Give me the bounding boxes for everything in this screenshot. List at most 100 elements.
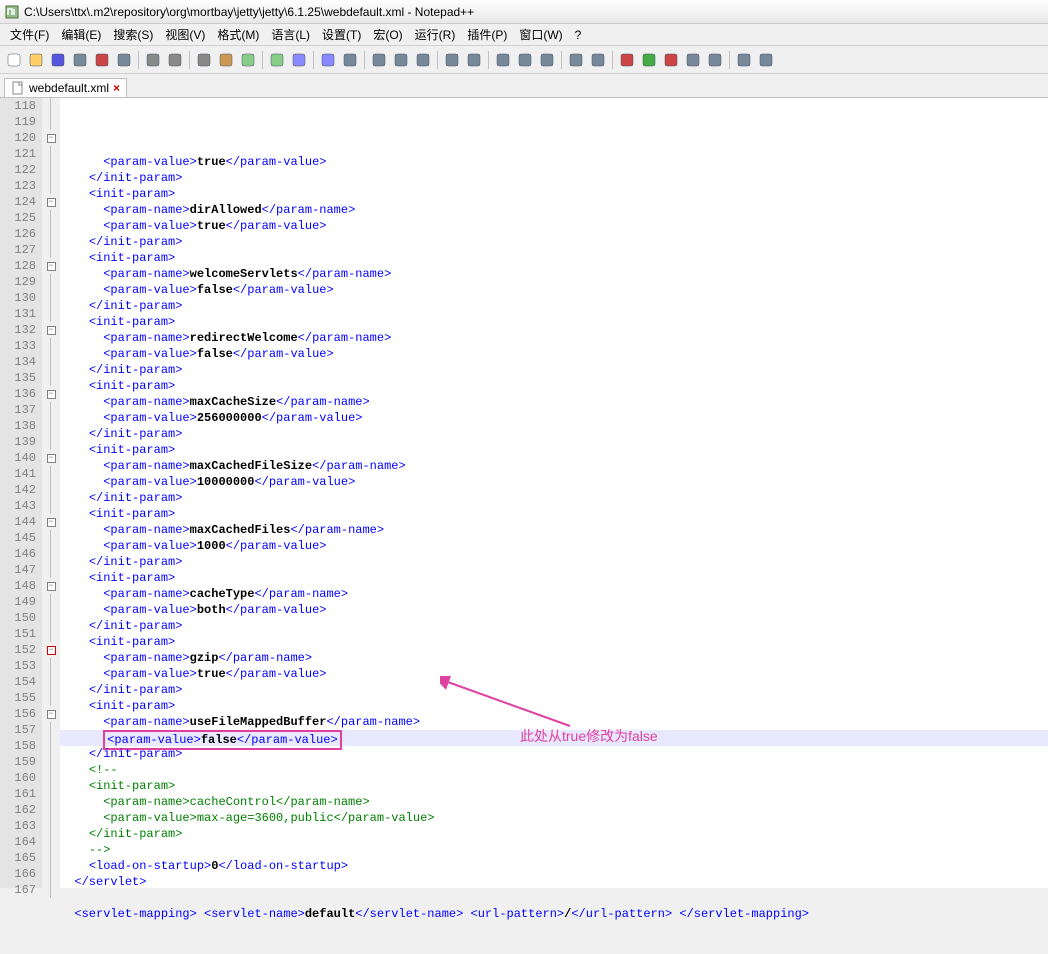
stop-icon[interactable] (661, 50, 681, 70)
menu-plugins[interactable]: 插件(P) (461, 24, 513, 45)
code-line[interactable]: <param-value>false</param-value> (60, 346, 1048, 362)
fold-marker[interactable] (42, 610, 60, 626)
print-icon[interactable] (143, 50, 163, 70)
fold-marker[interactable]: − (42, 642, 60, 658)
zoom-in-icon[interactable] (340, 50, 360, 70)
code-line[interactable]: <param-name>maxCacheSize</param-name> (60, 394, 1048, 410)
menu-settings[interactable]: 设置(T) (316, 24, 367, 45)
code-line[interactable]: <init-param> (60, 778, 1048, 794)
code-line[interactable]: <init-param> (60, 634, 1048, 650)
code-line[interactable]: <!-- (60, 762, 1048, 778)
fold-marker[interactable] (42, 354, 60, 370)
code-area[interactable]: 此处从true修改为false <param-value>true</param… (60, 98, 1048, 888)
fold-marker[interactable] (42, 834, 60, 850)
close-all-icon[interactable] (114, 50, 134, 70)
show-all-icon[interactable] (442, 50, 462, 70)
code-line[interactable]: <param-value>false</param-value> (60, 282, 1048, 298)
fold-marker[interactable] (42, 562, 60, 578)
lang-icon[interactable] (493, 50, 513, 70)
code-line[interactable]: <init-param> (60, 570, 1048, 586)
code-line[interactable]: <init-param> (60, 378, 1048, 394)
fold-marker[interactable] (42, 722, 60, 738)
fold-marker[interactable]: − (42, 578, 60, 594)
tab-close-icon[interactable]: × (113, 81, 120, 95)
fold-marker[interactable] (42, 546, 60, 562)
menu-view[interactable]: 视图(V) (159, 24, 211, 45)
fold-marker[interactable] (42, 98, 60, 114)
code-line[interactable]: <param-value>10000000</param-value> (60, 474, 1048, 490)
replace-icon[interactable] (318, 50, 338, 70)
tab-webdefault[interactable]: webdefault.xml × (4, 78, 127, 97)
code-line[interactable]: <param-name>redirectWelcome</param-name> (60, 330, 1048, 346)
menu-language[interactable]: 语言(L) (265, 24, 316, 45)
fold-marker[interactable] (42, 626, 60, 642)
fold-marker[interactable] (42, 466, 60, 482)
fold-all-icon[interactable] (515, 50, 535, 70)
code-line[interactable]: <param-name>maxCachedFiles</param-name> (60, 522, 1048, 538)
fold-marker[interactable] (42, 690, 60, 706)
editor[interactable]: 1181191201211221231241251261271281291301… (0, 98, 1048, 888)
fold-marker[interactable] (42, 738, 60, 754)
code-line[interactable] (60, 922, 1048, 938)
sync-icon[interactable] (391, 50, 411, 70)
record-icon[interactable] (617, 50, 637, 70)
code-line[interactable]: </init-param> (60, 234, 1048, 250)
comment-icon[interactable] (566, 50, 586, 70)
paste-icon[interactable] (216, 50, 236, 70)
fold-marker[interactable] (42, 290, 60, 306)
code-line[interactable]: <param-value>both</param-value> (60, 602, 1048, 618)
redo-icon[interactable] (267, 50, 287, 70)
code-line[interactable]: </servlet> (60, 874, 1048, 890)
fold-marker[interactable]: − (42, 706, 60, 722)
copy-icon[interactable] (194, 50, 214, 70)
save-icon[interactable] (48, 50, 68, 70)
fold-marker[interactable] (42, 754, 60, 770)
code-line[interactable]: <init-param> (60, 506, 1048, 522)
code-line[interactable]: </init-param> (60, 490, 1048, 506)
menu-help[interactable]: ? (569, 26, 588, 44)
fold-marker[interactable] (42, 370, 60, 386)
code-line[interactable]: </init-param> (60, 554, 1048, 570)
menu-edit[interactable]: 编辑(E) (55, 24, 107, 45)
code-line[interactable]: <param-value>true</param-value> (60, 218, 1048, 234)
code-line[interactable]: </init-param> (60, 826, 1048, 842)
fold-marker[interactable]: − (42, 194, 60, 210)
code-line[interactable]: </init-param> (60, 298, 1048, 314)
menu-format[interactable]: 格式(M) (211, 24, 265, 45)
fold-marker[interactable] (42, 882, 60, 898)
fold-marker[interactable] (42, 434, 60, 450)
fold-marker[interactable] (42, 658, 60, 674)
fold-marker[interactable]: − (42, 130, 60, 146)
fold-marker[interactable]: − (42, 514, 60, 530)
fold-marker[interactable] (42, 178, 60, 194)
new-icon[interactable] (4, 50, 24, 70)
code-line[interactable]: <init-param> (60, 186, 1048, 202)
code-line[interactable]: <param-name>maxCachedFileSize</param-nam… (60, 458, 1048, 474)
undo-icon[interactable] (238, 50, 258, 70)
fold-marker[interactable] (42, 210, 60, 226)
play-icon[interactable] (639, 50, 659, 70)
fold-marker[interactable] (42, 146, 60, 162)
close-icon[interactable] (92, 50, 112, 70)
code-line[interactable]: <init-param> (60, 250, 1048, 266)
wordwrap-icon[interactable] (413, 50, 433, 70)
fold-marker[interactable] (42, 114, 60, 130)
code-line[interactable]: <param-value>1000</param-value> (60, 538, 1048, 554)
spell-icon[interactable] (756, 50, 776, 70)
code-line[interactable]: <param-name>dirAllowed</param-name> (60, 202, 1048, 218)
code-line[interactable]: <param-value>true</param-value> (60, 154, 1048, 170)
uncomment-icon[interactable] (588, 50, 608, 70)
fold-marker[interactable] (42, 530, 60, 546)
code-line[interactable]: <param-name>welcomeServlets</param-name> (60, 266, 1048, 282)
indent-guide-icon[interactable] (464, 50, 484, 70)
code-line[interactable]: </init-param> (60, 618, 1048, 634)
code-line[interactable]: </init-param> (60, 426, 1048, 442)
fold-marker[interactable]: − (42, 258, 60, 274)
fold-marker[interactable] (42, 338, 60, 354)
menu-search[interactable]: 搜索(S) (107, 24, 159, 45)
fold-marker[interactable] (42, 306, 60, 322)
fold-marker[interactable]: − (42, 386, 60, 402)
menu-file[interactable]: 文件(F) (4, 24, 55, 45)
code-line[interactable]: </init-param> (60, 362, 1048, 378)
fold-marker[interactable] (42, 226, 60, 242)
